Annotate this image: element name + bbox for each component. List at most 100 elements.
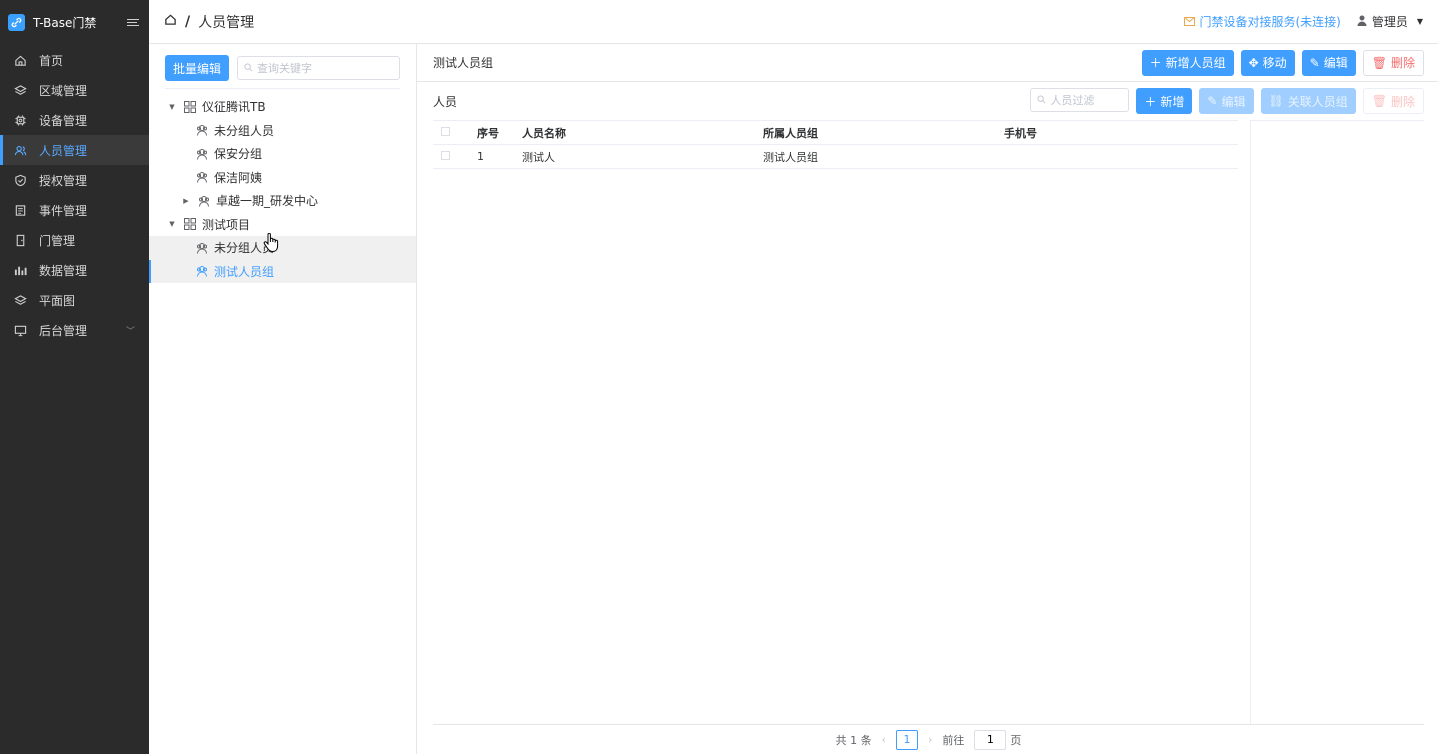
home-icon[interactable]: [164, 13, 177, 30]
group-tree: ▼ 仪征腾讯TB 未分组人员 保安分组 保洁阿姨 ▶ 卓越一期_研发中心 ▼ 测…: [149, 95, 416, 283]
column-header[interactable]: 人员名称: [514, 120, 755, 145]
breadcrumb-separator: /: [185, 13, 191, 30]
caret-down-icon[interactable]: ▼: [167, 103, 177, 111]
add-person-button[interactable]: ＋新增: [1136, 88, 1193, 114]
tree-node-label: 测试项目: [202, 217, 251, 232]
sidebar-item-area[interactable]: 区域管理: [0, 75, 149, 105]
app-title: T-Base门禁: [33, 15, 97, 30]
pagination: 共 1 条 ‹ 1 › 前往 页: [433, 724, 1424, 754]
page-number[interactable]: 1: [896, 729, 918, 750]
link-group-button[interactable]: ⛓ 关联人员组: [1260, 88, 1356, 114]
pager-total: 共 1 条: [835, 733, 872, 747]
column-header[interactable]: 手机号: [996, 120, 1238, 145]
tree-node-label: 保洁阿姨: [214, 170, 263, 185]
sidebar-item-home[interactable]: 首页: [0, 45, 149, 75]
people-panel: 测试人员组 ＋新增人员组 ✥ 移动 ✎ 编辑 🗑 删除 人员 人员过滤 ＋ 新增…: [417, 44, 1438, 754]
goto-suffix: 页: [1010, 733, 1022, 747]
document-icon: [14, 204, 27, 217]
sidebar-item-admin[interactable]: 后台管理 ﹀: [0, 315, 149, 345]
caret-down-icon[interactable]: ▼: [167, 220, 177, 228]
sidebar-item-data[interactable]: 数据管理: [0, 255, 149, 285]
content: 批量编辑 ▼ 仪征腾讯TB 未分组人员: [149, 44, 1438, 754]
sidebar-item-event[interactable]: 事件管理: [0, 195, 149, 225]
group-search-input[interactable]: [257, 61, 393, 75]
column-header[interactable]: 序号: [469, 120, 514, 145]
select-all-checkbox[interactable]: [441, 127, 450, 136]
edit-icon: ✎: [1309, 55, 1320, 70]
delete-person-button[interactable]: 🗑 删除: [1362, 88, 1424, 114]
sidebar-item-label: 人员管理: [39, 143, 88, 158]
edit-group-button[interactable]: ✎ 编辑: [1301, 49, 1356, 76]
table-row[interactable]: 1 测试人 测试人员组: [433, 144, 1238, 169]
app-root: T-Base门禁 首页 区域管理 设备管理 人员管理 授权管理 事件管理 门管理…: [0, 0, 1438, 754]
column-header[interactable]: 所属人员组: [755, 120, 996, 145]
row-checkbox[interactable]: [441, 151, 450, 160]
caret-right-icon[interactable]: ▶: [181, 197, 191, 205]
tree-node[interactable]: ▼ 仪征腾讯TB: [149, 95, 416, 119]
tree-node[interactable]: 保安分组: [149, 142, 416, 166]
service-status-text: 门禁设备对接服务(未连接): [1199, 15, 1341, 29]
sidebar-item-floorplan[interactable]: 平面图: [0, 285, 149, 315]
sidebar-item-door[interactable]: 门管理: [0, 225, 149, 255]
goto-page-input[interactable]: [974, 729, 1007, 750]
move-icon: ✥: [1248, 55, 1259, 70]
group-toolbar: 批量编辑: [149, 48, 416, 88]
collapse-menu-icon[interactable]: [127, 15, 141, 29]
tree-node-label: 保安分组: [214, 147, 263, 162]
chevron-right-icon[interactable]: ›: [928, 733, 932, 746]
group-panel: 批量编辑 ▼ 仪征腾讯TB 未分组人员: [149, 44, 417, 754]
door-icon: [14, 234, 27, 247]
header-right: 门禁设备对接服务(未连接) 管理员 ▼: [1184, 13, 1423, 30]
sidebar-item-label: 首页: [39, 53, 64, 68]
cell-name: 测试人: [514, 144, 755, 169]
user-icon: [1357, 15, 1367, 29]
add-group-button[interactable]: ＋新增人员组: [1141, 49, 1234, 76]
sidebar-item-label: 平面图: [39, 293, 76, 308]
sidebar-item-people[interactable]: 人员管理: [0, 135, 149, 165]
tree-node[interactable]: 测试人员组: [149, 259, 416, 283]
tree-node[interactable]: 未分组人员: [149, 236, 416, 260]
sidebar-item-label: 设备管理: [39, 113, 88, 128]
search-icon: [1037, 94, 1046, 107]
grid-icon: [183, 100, 196, 113]
brand: T-Base门禁: [0, 0, 149, 44]
batch-edit-button[interactable]: 批量编辑: [165, 55, 230, 81]
sidebar-item-label: 授权管理: [39, 173, 88, 188]
select-all-cell: [433, 120, 469, 145]
group-title: 测试人员组: [433, 56, 494, 70]
goto-prefix: 前往: [942, 733, 965, 747]
trash-icon: 🗑: [1371, 94, 1387, 108]
tree-node-label: 测试人员组: [214, 264, 275, 279]
sidebar-item-auth[interactable]: 授权管理: [0, 165, 149, 195]
edit-person-button[interactable]: ✎ 编辑: [1199, 88, 1254, 114]
sidebar-item-label: 区域管理: [39, 83, 88, 98]
service-status[interactable]: 门禁设备对接服务(未连接): [1184, 13, 1341, 30]
tree-node[interactable]: 未分组人员: [149, 119, 416, 143]
page-title: 人员管理: [198, 14, 255, 31]
tree-node[interactable]: 保洁阿姨: [149, 166, 416, 190]
sidebar-item-device[interactable]: 设备管理: [0, 105, 149, 135]
delete-group-button[interactable]: 🗑 删除: [1362, 49, 1424, 76]
people-filter-input[interactable]: [1050, 93, 1123, 107]
people-header: 人员 ＋新增 ✎编辑 ⛓关联人员组 🗑删除: [433, 82, 1424, 120]
cell-group: 测试人员组: [755, 144, 996, 169]
move-button[interactable]: ✥ 移动: [1240, 49, 1295, 76]
group-header: 测试人员组 ＋新增人员组 ✥ 移动 ✎ 编辑 🗑 删除: [417, 44, 1438, 82]
layers-icon: [14, 294, 27, 307]
user-menu[interactable]: 管理员 ▼: [1357, 13, 1423, 30]
row-select-cell: [433, 144, 469, 169]
table-container: 序号 人员名称 所属人员组 手机号 1 测试人 测试人员组: [433, 120, 1238, 724]
button-label: 编辑: [1323, 56, 1348, 70]
group-search: [237, 56, 400, 80]
button-label: 移动: [1262, 56, 1287, 70]
group-actions: ＋新增人员组 ✥ 移动 ✎ 编辑 🗑 删除: [1141, 49, 1424, 76]
button-label: 关联人员组: [1287, 94, 1348, 109]
caret-down-icon: ▼: [1416, 17, 1423, 26]
tree-node[interactable]: ▶ 卓越一期_研发中心: [149, 189, 416, 213]
tree-node[interactable]: ▼ 测试项目: [149, 213, 416, 237]
mail-icon: [1184, 15, 1196, 29]
link-logo-icon: [8, 13, 25, 31]
chevron-left-icon[interactable]: ‹: [882, 733, 886, 746]
people-group-icon: [195, 265, 208, 278]
shield-icon: [14, 174, 27, 187]
